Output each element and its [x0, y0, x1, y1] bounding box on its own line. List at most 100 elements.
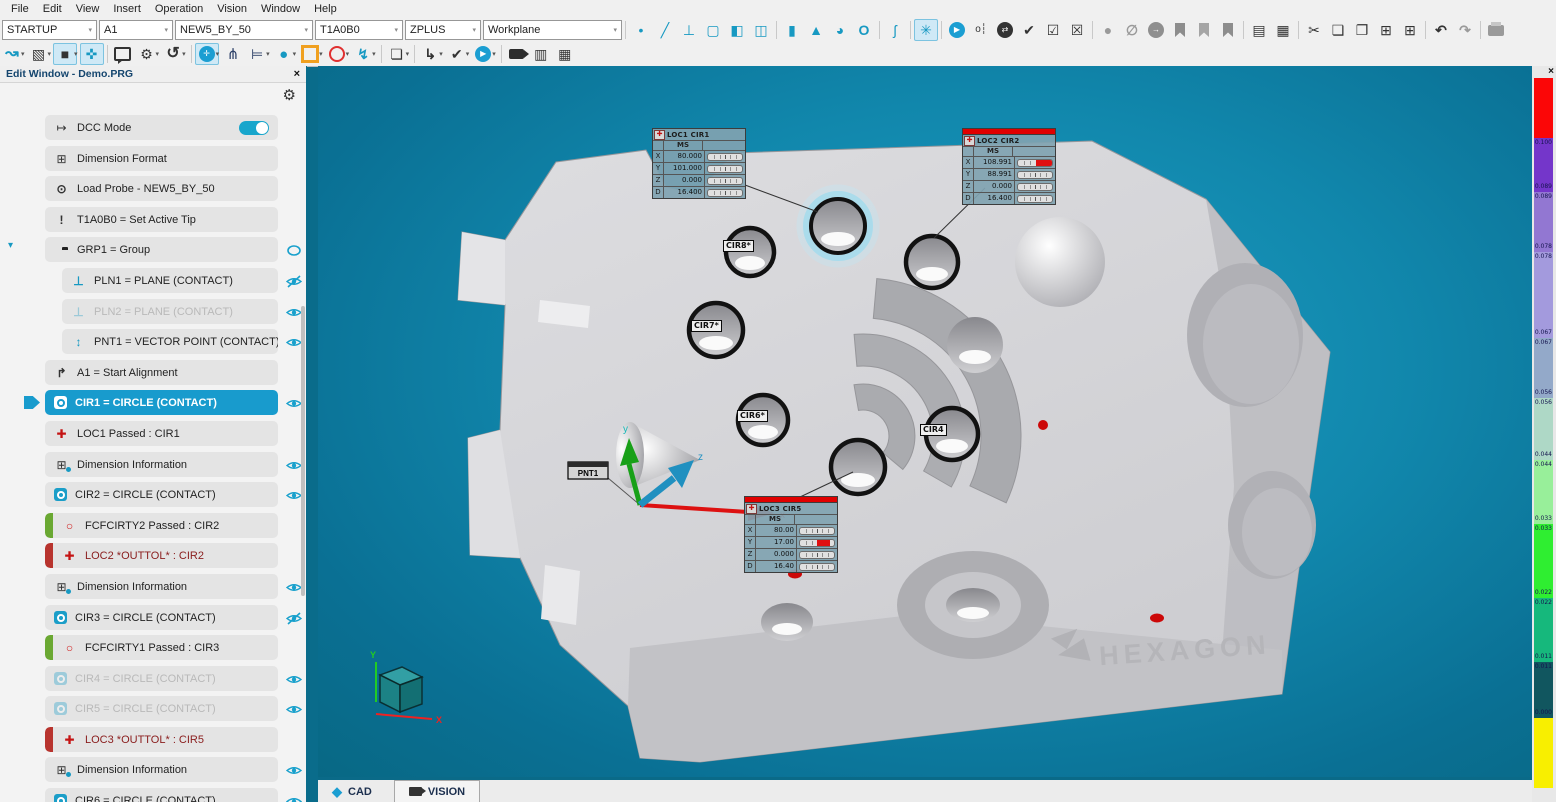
group-expand-chevron-icon[interactable]: ▾: [8, 240, 13, 251]
list-item-load-probe[interactable]: ⊙Load Probe - NEW5_BY_50: [45, 176, 278, 201]
list-item-pln1[interactable]: ⊥PLN1 = PLANE (CONTACT): [62, 268, 278, 293]
report-window-icon[interactable]: ▥: [529, 43, 553, 65]
mark-sets-icon[interactable]: ☑: [1041, 19, 1065, 41]
dcc-mode-toggle[interactable]: [239, 121, 269, 135]
cone-feature-icon[interactable]: ▲: [804, 19, 828, 41]
point-feature-icon[interactable]: •: [629, 19, 653, 41]
execute-program-icon[interactable]: ▶: [945, 19, 969, 41]
workplane-dropdown[interactable]: Workplane▾: [483, 20, 622, 40]
feature-tag-cir8[interactable]: CIR8*: [723, 240, 754, 252]
feature-tag-cir4[interactable]: CIR4: [920, 424, 947, 436]
line-feature-icon[interactable]: ╱: [653, 19, 677, 41]
chevron-down-icon[interactable]: ▾: [372, 50, 376, 58]
eye-hollow-icon[interactable]: [285, 244, 303, 257]
eye-icon[interactable]: [285, 764, 303, 777]
notch-feature-icon[interactable]: ◫: [749, 19, 773, 41]
cylinder-feature-icon[interactable]: ▮: [780, 19, 804, 41]
alignment-dropdown[interactable]: STARTUP▾: [2, 20, 97, 40]
pattern-setup-icon[interactable]: ⊞: [1398, 19, 1422, 41]
cut-icon[interactable]: ✂: [1302, 19, 1326, 41]
redo-icon[interactable]: ↷: [1453, 19, 1477, 41]
list-item-cir2[interactable]: CIR2 = CIRCLE (CONTACT): [45, 482, 278, 507]
tip-dropdown[interactable]: T1A0B0▾: [315, 20, 403, 40]
list-item-active-tip[interactable]: !T1A0B0 = Set Active Tip: [45, 207, 278, 232]
list-item-cir4[interactable]: CIR4 = CIRCLE (CONTACT): [45, 666, 278, 691]
cancel-execution-icon[interactable]: ∅: [1120, 19, 1144, 41]
eye-icon[interactable]: [285, 795, 303, 802]
comment-icon[interactable]: [111, 43, 135, 65]
report-icon[interactable]: ▤: [1247, 19, 1271, 41]
bookmark-insert-icon[interactable]: [1192, 19, 1216, 41]
dimension-label-loc3[interactable]: ✚LOC3 CIR5 MS X80.00 Y17.00 Z0.000 D16.4…: [744, 496, 838, 573]
bookmark-icon[interactable]: [1168, 19, 1192, 41]
list-item-fcfcirty2[interactable]: ○FCFCIRTY2 Passed : CIR2: [45, 513, 278, 538]
tab-cad[interactable]: ◆CAD: [318, 781, 386, 802]
chevron-down-icon[interactable]: ▾: [48, 50, 52, 58]
graph-window-icon[interactable]: ▦: [553, 43, 577, 65]
chevron-down-icon[interactable]: ▾: [182, 50, 186, 58]
chevron-down-icon[interactable]: ▾: [266, 50, 270, 58]
plane-feature-icon[interactable]: ⊥: [677, 19, 701, 41]
copy-icon[interactable]: ❏: [1326, 19, 1350, 41]
a1-dropdown[interactable]: A1▾: [99, 20, 173, 40]
list-item-group[interactable]: GRP1 = Group: [45, 237, 278, 262]
gear-icon[interactable]: ⚙: [283, 86, 296, 104]
chevron-down-icon[interactable]: ▾: [293, 50, 297, 58]
chevron-down-icon[interactable]: ▾: [319, 50, 323, 58]
paste-icon[interactable]: ❐: [1350, 19, 1374, 41]
chevron-down-icon[interactable]: ▾: [466, 50, 470, 58]
clear-marks-icon[interactable]: ☒: [1065, 19, 1089, 41]
list-item-cir5[interactable]: CIR5 = CIRCLE (CONTACT): [45, 696, 278, 721]
dimension-label-loc2[interactable]: ✚LOC2 CIR2 MS X108.991 Y88.991 Z0.000 D1…: [962, 128, 1056, 205]
chevron-down-icon[interactable]: ▾: [492, 50, 496, 58]
chevron-down-icon[interactable]: ▾: [156, 50, 160, 58]
menu-edit[interactable]: Edit: [36, 2, 69, 16]
menu-help[interactable]: Help: [307, 2, 344, 16]
resume-icon[interactable]: →: [1144, 19, 1168, 41]
list-item-cir1[interactable]: CIR1 = CIRCLE (CONTACT): [45, 390, 278, 415]
dimension-label-loc1[interactable]: ✚LOC1 CIR1 MS X80.000 Y101.000 Z0.000 D1…: [652, 128, 746, 199]
list-item-cir3[interactable]: CIR3 = CIRCLE (CONTACT): [45, 605, 278, 630]
paste-pattern-icon[interactable]: ⊞: [1374, 19, 1398, 41]
square-slot-icon[interactable]: ◧: [725, 19, 749, 41]
eye-icon[interactable]: [285, 703, 303, 716]
sphere-feature-icon[interactable]: ◕: [828, 19, 852, 41]
undo-icon[interactable]: ↶: [1429, 19, 1453, 41]
chevron-down-icon[interactable]: ▾: [216, 50, 220, 58]
done-check-icon[interactable]: ✔: [1017, 19, 1041, 41]
report-template-icon[interactable]: ▦: [1271, 19, 1295, 41]
auto-feature-icon[interactable]: ✳: [914, 19, 938, 41]
list-item-pln2[interactable]: ⊥PLN2 = PLANE (CONTACT): [62, 299, 278, 324]
feature-tag-cir7[interactable]: CIR7*: [691, 320, 722, 332]
list-item-loc3[interactable]: ✚LOC3 *OUTTOL* : CIR5: [45, 727, 278, 752]
chevron-down-icon[interactable]: ▾: [406, 50, 410, 58]
list-item-dim-info-3[interactable]: ⊞Dimension Information: [45, 757, 278, 782]
list-item-dim-info-1[interactable]: ⊞Dimension Information: [45, 452, 278, 477]
torus-feature-icon[interactable]: O: [852, 19, 876, 41]
bookmark-remove-icon[interactable]: [1216, 19, 1240, 41]
menu-operation[interactable]: Operation: [148, 2, 210, 16]
eye-off-icon[interactable]: [285, 275, 303, 288]
probe-dropdown[interactable]: NEW5_BY_50▾: [175, 20, 313, 40]
stop-icon[interactable]: ●: [1096, 19, 1120, 41]
eye-off-icon[interactable]: [285, 612, 303, 625]
list-item-dcc-mode[interactable]: ↦DCC Mode: [45, 115, 278, 140]
menu-file[interactable]: File: [4, 2, 36, 16]
close-icon[interactable]: ×: [294, 68, 300, 80]
print-icon[interactable]: [1484, 19, 1508, 41]
menu-window[interactable]: Window: [254, 2, 307, 16]
menu-view[interactable]: View: [69, 2, 107, 16]
workplane-axis-dropdown[interactable]: ZPLUS▾: [405, 20, 481, 40]
execute-feature-icon[interactable]: o┆: [969, 19, 993, 41]
path-lines-icon[interactable]: ⋔: [221, 43, 245, 65]
chevron-down-icon[interactable]: ▾: [346, 50, 350, 58]
curve-feature-icon[interactable]: ʃ: [883, 19, 907, 41]
menu-vision[interactable]: Vision: [210, 2, 254, 16]
tab-vision[interactable]: VISION: [394, 780, 480, 802]
round-slot-icon[interactable]: ▢: [701, 19, 725, 41]
panel-scrollbar[interactable]: [301, 306, 305, 596]
list-item-loc1[interactable]: ✚LOC1 Passed : CIR1: [45, 421, 278, 446]
sync-icon[interactable]: ⇄: [993, 19, 1017, 41]
list-item-fcfcirty1[interactable]: ○FCFCIRTY1 Passed : CIR3: [45, 635, 278, 660]
list-item-dim-info-2[interactable]: ⊞Dimension Information: [45, 574, 278, 599]
